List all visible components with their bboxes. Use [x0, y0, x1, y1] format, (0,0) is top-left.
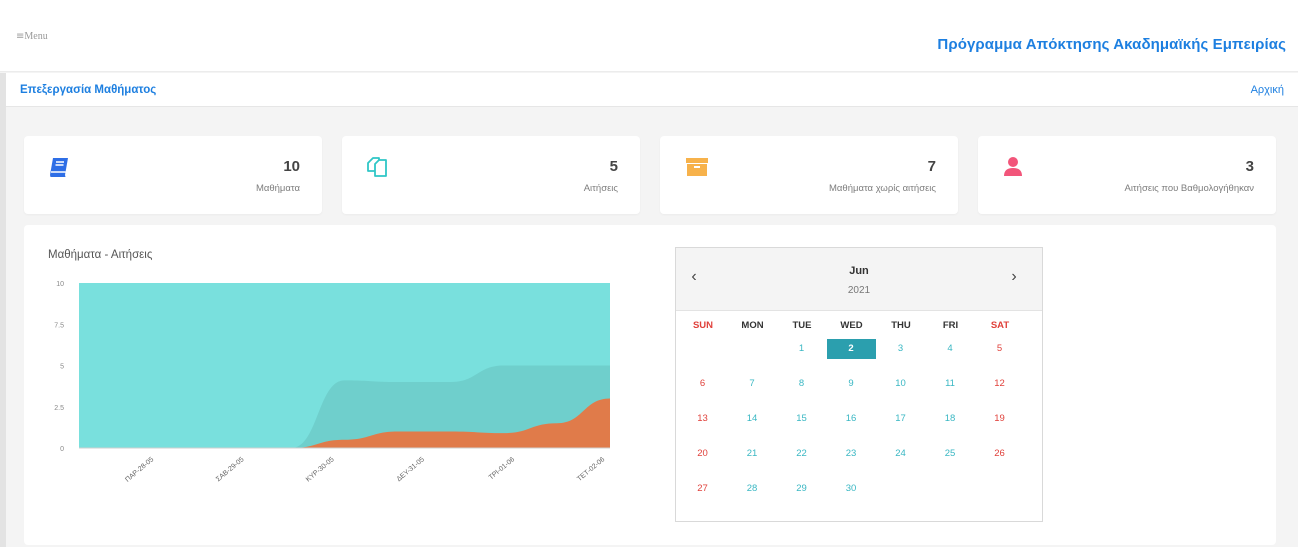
weekday-sun: SUN: [692, 320, 714, 331]
book-icon: [50, 158, 68, 177]
weekday-thu: THU: [891, 320, 911, 331]
calendar-day[interactable]: 6: [678, 374, 727, 394]
calendar-day[interactable]: 8: [777, 374, 826, 394]
calendar-day[interactable]: 24: [876, 444, 925, 464]
y-tick-label: 10: [56, 281, 64, 288]
stat-label: Αιτήσεις: [583, 183, 618, 194]
stat-card-courses[interactable]: 10 Μαθήματα: [24, 136, 322, 214]
calendar-day[interactable]: 15: [777, 409, 826, 429]
calendar-day[interactable]: 4: [926, 339, 975, 359]
user-icon: [1004, 157, 1022, 176]
weekday-mon: MON: [741, 320, 764, 331]
calendar-day[interactable]: 10: [876, 374, 925, 394]
courses-applications-chart: 0 2.5 5 7.5 10 ΠΑΡ-28-05 ΣΑΒ-29-05 ΚΥΡ-30-05 ΔΕΥ…: [54, 281, 610, 484]
calendar-day[interactable]: 28: [728, 479, 777, 499]
weekday-tue: TUE: [792, 320, 812, 331]
calendar-day[interactable]: 25: [926, 444, 975, 464]
home-link[interactable]: Αρχική: [1251, 84, 1284, 96]
y-tick-label: 2.5: [54, 405, 64, 412]
calendar-day[interactable]: 26: [975, 444, 1024, 464]
app-title: Πρόγραμμα Απόκτησης Ακαδημαϊκής Εμπειρία…: [937, 36, 1286, 53]
calendar-day-selected[interactable]: 2: [826, 339, 876, 359]
stat-card-courses-without-applications[interactable]: 7 Μαθήματα χωρίς αιτήσεις: [660, 136, 958, 214]
x-tick-label: ΠΑΡ-28-05: [124, 456, 155, 484]
calendar-day[interactable]: 12: [975, 374, 1024, 394]
stat-value: 3: [1245, 158, 1254, 175]
calendar-day[interactable]: 21: [728, 444, 777, 464]
next-month-icon[interactable]: ›: [1006, 268, 1022, 286]
y-tick-label: 5: [60, 364, 64, 371]
page-title: Επεξεργασία Μαθήματος: [20, 84, 157, 96]
calendar-day[interactable]: 16: [827, 409, 876, 429]
calendar-day[interactable]: 20: [678, 444, 727, 464]
calendar-day[interactable]: 7: [728, 374, 777, 394]
calendar-day[interactable]: 13: [678, 409, 727, 429]
calendar-day[interactable]: 19: [975, 409, 1024, 429]
weekday-fri: FRI: [942, 320, 959, 331]
y-tick-label: 0: [60, 446, 64, 453]
calendar-day[interactable]: 3: [876, 339, 925, 359]
calendar-day[interactable]: 11: [926, 374, 975, 394]
calendar-header: ‹ Jun 2021 ›: [676, 248, 1042, 311]
calendar-day[interactable]: 18: [926, 409, 975, 429]
top-bar: ≡Menu Πρόγραμμα Απόκτησης Ακαδημαϊκής Εμ…: [0, 0, 1298, 72]
stat-card-applications[interactable]: 5 Αιτήσεις: [342, 136, 640, 214]
stat-label: Μαθήματα: [255, 183, 300, 194]
calendar-day[interactable]: 29: [777, 479, 826, 499]
x-tick-label: ΣΑΒ-29-05: [215, 456, 246, 483]
x-tick-label: ΔΕΥ-31-05: [396, 456, 426, 483]
weekday-wed: WED: [840, 320, 863, 331]
left-edge-strip: [0, 73, 6, 547]
menu-label: Menu: [24, 31, 48, 42]
calendar-year: 2021: [847, 285, 871, 296]
calendar-day[interactable]: 17: [876, 409, 925, 429]
chart-title: Μαθήματα - Αιτήσεις: [48, 249, 153, 261]
calendar-day[interactable]: 27: [678, 479, 727, 499]
calendar-day[interactable]: 9: [827, 374, 876, 394]
calendar: ‹ Jun 2021 › SUN MON TUE WED THU FRI SAT 1 2 3 4 5 6…: [675, 247, 1043, 522]
stat-card-graded-applications[interactable]: 3 Αιτήσεις που Βαθμολογήθηκαν: [978, 136, 1276, 214]
stat-value: 7: [927, 158, 936, 175]
calendar-day[interactable]: 14: [728, 409, 777, 429]
x-tick-label: ΤΕΤ-02-06: [576, 456, 606, 483]
calendar-day[interactable]: 1: [777, 339, 826, 359]
calendar-day[interactable]: 5: [975, 339, 1024, 359]
stat-value: 10: [283, 158, 300, 175]
calendar-month: Jun: [849, 265, 869, 277]
x-tick-label: ΚΥΡ-30-05: [305, 456, 336, 483]
archive-icon: [686, 158, 708, 176]
weekday-sat: SAT: [990, 320, 1010, 331]
dashboard-panel: Μαθήματα - Αιτήσεις 0 2.5 5 7.5 10 ΠΑΡ-28-05 Σ…: [24, 225, 1276, 545]
calendar-day[interactable]: 22: [777, 444, 826, 464]
stat-value: 5: [609, 158, 618, 175]
calendar-day[interactable]: 30: [827, 479, 876, 499]
page-header-bar: Επεξεργασία Μαθήματος Αρχική: [6, 73, 1298, 107]
y-tick-label: 7.5: [54, 322, 64, 329]
stat-label: Αιτήσεις που Βαθμολογήθηκαν: [1124, 183, 1254, 194]
menu-button[interactable]: ≡Menu: [16, 31, 48, 42]
x-tick-label: ΤΡΙ-01-06: [488, 456, 516, 481]
calendar-day[interactable]: 23: [827, 444, 876, 464]
stat-label: Μαθήματα χωρίς αιτήσεις: [829, 183, 936, 194]
copy-icon: [367, 157, 387, 177]
